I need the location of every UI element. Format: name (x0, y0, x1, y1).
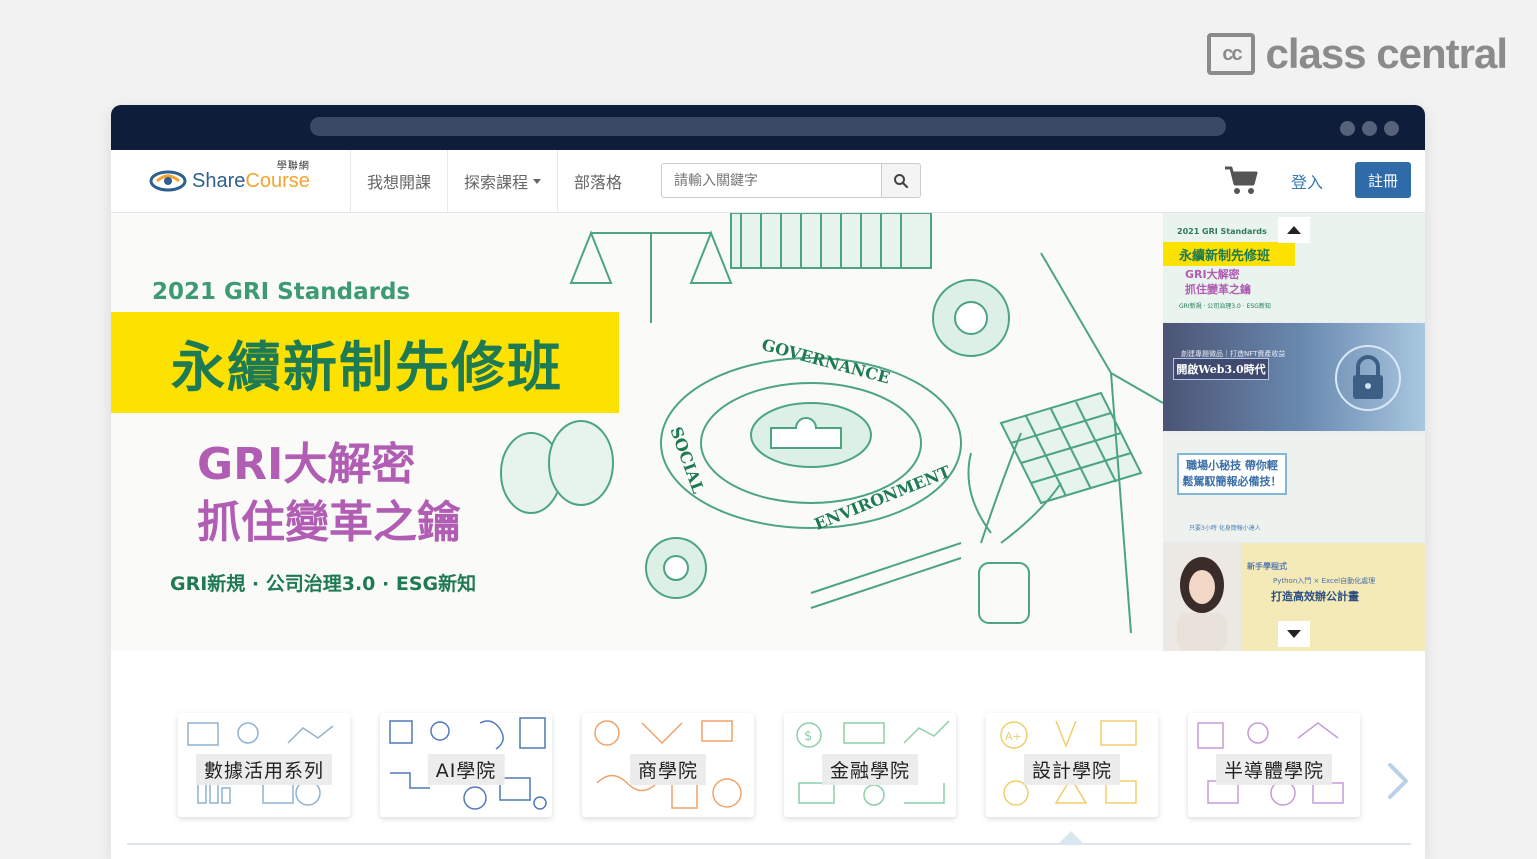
window-dot-icon[interactable] (1384, 121, 1399, 136)
window-dot-icon[interactable] (1340, 121, 1355, 136)
category-label: 半導體學院 (1215, 754, 1333, 785)
thumb-subtitle: GRI大解密 抓住變革之鑰 (1185, 267, 1251, 297)
browser-window: 學聯網 ShareCourse 我想開課 探索課程 部落格 登 (111, 105, 1425, 859)
category-next-button[interactable] (1384, 761, 1410, 801)
category-business[interactable]: 商學院 (582, 713, 754, 817)
category-carousel: 數據活用系列 AI學院 商學院 $ 金融學院 A+ 設計學院 半導體學院 (111, 651, 1425, 859)
nav-explore-courses[interactable]: 探索課程 (448, 149, 559, 213)
active-category-pointer-icon (1059, 831, 1083, 843)
thumb-title: 職場小秘技 帶你輕鬆駕馭簡報必備技！ (1177, 453, 1287, 495)
banner-subtitle-1: GRI大解密 (197, 439, 416, 490)
banner-title-bar: 永續新制先修班 (111, 312, 619, 413)
sharecourse-logo-icon (149, 169, 187, 193)
category-semiconductor[interactable]: 半導體學院 (1188, 713, 1360, 817)
art-word-environment: ENVIRONMENT (812, 462, 954, 534)
logo-cn-text: 學聯網 (276, 160, 310, 172)
login-link[interactable]: 登入 (1291, 169, 1323, 193)
class-central-watermark: cc class central (1207, 30, 1508, 78)
category-label: 設計學院 (1023, 754, 1121, 785)
thumb-subtitle-line: 抓住變革之鑰 (1185, 283, 1251, 296)
banner-tags: GRI新規 · 公司治理3.0 · ESG新知 (170, 573, 477, 595)
logo-share-text: Share (192, 169, 246, 192)
thumb-text: Python入門 × Excel自動化處理 (1273, 577, 1376, 585)
nav-label: 部落格 (574, 173, 623, 192)
search-input[interactable] (661, 163, 881, 198)
thumb-text: 新手學程式 (1247, 562, 1287, 571)
nav-blog[interactable]: 部落格 (558, 150, 638, 213)
caret-down-icon (533, 178, 542, 184)
search-form (661, 163, 921, 198)
carousel-thumb-web3[interactable]: 創建專題微品｜打造NFT資產收益 開啟Web3.0時代 (1163, 323, 1425, 431)
cart-icon[interactable] (1223, 164, 1259, 196)
art-word-governance: GOVERNANCE (760, 335, 892, 387)
class-central-text: class central (1265, 30, 1508, 77)
thumb-text: 2021 GRI Standards (1177, 227, 1267, 236)
main-banner[interactable]: GOVERNANCE ENVIRONMENT SOCIAL 2021 GRI S… (111, 213, 1163, 651)
banner-title: 永續新制先修班 (171, 336, 563, 399)
search-icon (894, 173, 909, 188)
category-label: 數據活用系列 (195, 754, 333, 785)
sharecourse-wordmark: 學聯網 ShareCourse (192, 161, 310, 193)
svg-text:A+: A+ (1005, 730, 1022, 743)
lock-icon (1335, 345, 1401, 411)
banner-subtitle-2: 抓住變革之鑰 (197, 497, 461, 548)
category-label: 金融學院 (821, 754, 919, 785)
triangle-up-icon (1287, 226, 1301, 234)
category-design[interactable]: A+ 設計學院 (986, 713, 1158, 817)
thumb-title: 永續新制先修班 (1163, 242, 1295, 266)
thumb-subtitle-line: GRI大解密 (1185, 268, 1240, 281)
category-finance[interactable]: $ 金融學院 (784, 713, 956, 817)
category-label: AI學院 (427, 754, 505, 785)
thumb-prev-button[interactable] (1278, 217, 1310, 243)
thumb-title: 打造高效辦公計畫 (1271, 590, 1359, 603)
person-icon (1177, 557, 1227, 651)
window-controls (1340, 121, 1399, 136)
sharecourse-logo[interactable]: 學聯網 ShareCourse (111, 149, 351, 213)
category-divider (127, 843, 1411, 845)
thumb-text: 只要3小時 化身簡報小達人 (1189, 525, 1261, 532)
category-label: 商學院 (629, 754, 707, 785)
svg-text:$: $ (804, 729, 812, 744)
banner-standards: 2021 GRI Standards (152, 279, 411, 305)
category-ai[interactable]: AI學院 (380, 713, 552, 817)
thumb-portrait (1163, 543, 1241, 651)
triangle-down-icon (1287, 630, 1301, 638)
logo-course-text: Course (245, 169, 310, 192)
thumb-text: GRI新規 · 公司治理3.0 · ESG新知 (1179, 303, 1271, 310)
hero-carousel: GOVERNANCE ENVIRONMENT SOCIAL 2021 GRI S… (111, 213, 1425, 651)
thumb-title: 開啟Web3.0時代 (1173, 358, 1269, 380)
window-dot-icon[interactable] (1362, 121, 1377, 136)
class-central-icon: cc (1207, 33, 1256, 75)
chevron-right-icon (1388, 763, 1408, 799)
address-bar[interactable] (310, 117, 1226, 136)
site-navbar: 學聯網 ShareCourse 我想開課 探索課程 部落格 登 (111, 149, 1425, 213)
thumb-next-button[interactable] (1278, 621, 1310, 647)
nav-label: 探索課程 (464, 173, 529, 192)
nav-open-course[interactable]: 我想開課 (351, 149, 449, 213)
carousel-thumbnails: 2021 GRI Standards 永續新制先修班 GRI大解密 抓住變革之鑰 … (1163, 213, 1425, 651)
search-button[interactable] (881, 163, 921, 198)
register-button[interactable]: 註冊 (1355, 162, 1411, 198)
nav-label: 我想開課 (367, 173, 432, 192)
category-data[interactable]: 數據活用系列 (178, 713, 350, 817)
carousel-thumb-presentation[interactable]: 職場小秘技 帶你輕鬆駕馭簡報必備技！ 只要3小時 化身簡報小達人 (1163, 433, 1425, 541)
browser-chrome (111, 105, 1425, 150)
